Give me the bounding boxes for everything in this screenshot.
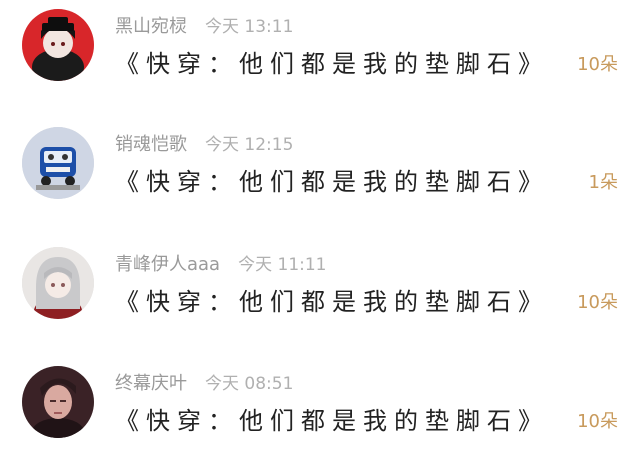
username[interactable]: 销魂恺歌 <box>115 134 187 155</box>
comment-text: 《快穿：他们都是我的垫脚石》 <box>115 50 549 78</box>
comment-row[interactable]: 销魂恺歌 今天 12:15 《快穿：他们都是我的垫脚石》 1朵 <box>0 118 640 228</box>
timestamp: 今天 08:51 <box>205 374 294 394</box>
comment-row[interactable]: 青峰伊人aaa 今天 11:11 《快穿：他们都是我的垫脚石》 10朵 <box>0 238 640 348</box>
username[interactable]: 终幕庆叶 <box>115 373 187 394</box>
username[interactable]: 黑山宛棂 <box>115 16 187 37</box>
flower-count: 1朵 <box>588 172 618 193</box>
username[interactable]: 青峰伊人aaa <box>115 254 220 275</box>
man-portrait-avatar[interactable] <box>22 366 94 438</box>
flower-count: 10朵 <box>577 54 618 75</box>
flower-count: 10朵 <box>577 292 618 313</box>
comment-row[interactable]: 终幕庆叶 今天 08:51 《快穿：他们都是我的垫脚石》 10朵 <box>0 357 640 467</box>
toy-bus-avatar[interactable] <box>22 127 94 199</box>
comment-text: 《快穿：他们都是我的垫脚石》 <box>115 168 549 196</box>
comment-meta: 终幕庆叶 今天 08:51 <box>115 369 293 395</box>
comment-text: 《快穿：他们都是我的垫脚石》 <box>115 407 549 435</box>
flower-count: 10朵 <box>577 411 618 432</box>
comment-meta: 销魂恺歌 今天 12:15 <box>115 130 293 156</box>
timestamp: 今天 11:11 <box>238 255 327 275</box>
comment-list: 黑山宛棂 今天 13:11 《快穿：他们都是我的垫脚石》 10朵 销魂恺歌 今天 1… <box>0 0 640 442</box>
dark-anime-boy-avatar[interactable] <box>22 9 94 81</box>
timestamp: 今天 12:15 <box>205 135 294 155</box>
comment-text: 《快穿：他们都是我的垫脚石》 <box>115 288 549 316</box>
silver-hair-girl-avatar[interactable] <box>22 247 94 319</box>
comment-meta: 黑山宛棂 今天 13:11 <box>115 12 293 38</box>
timestamp: 今天 13:11 <box>205 17 294 37</box>
comment-meta: 青峰伊人aaa 今天 11:11 <box>115 250 327 276</box>
comment-row[interactable]: 黑山宛棂 今天 13:11 《快穿：他们都是我的垫脚石》 10朵 <box>0 0 640 110</box>
